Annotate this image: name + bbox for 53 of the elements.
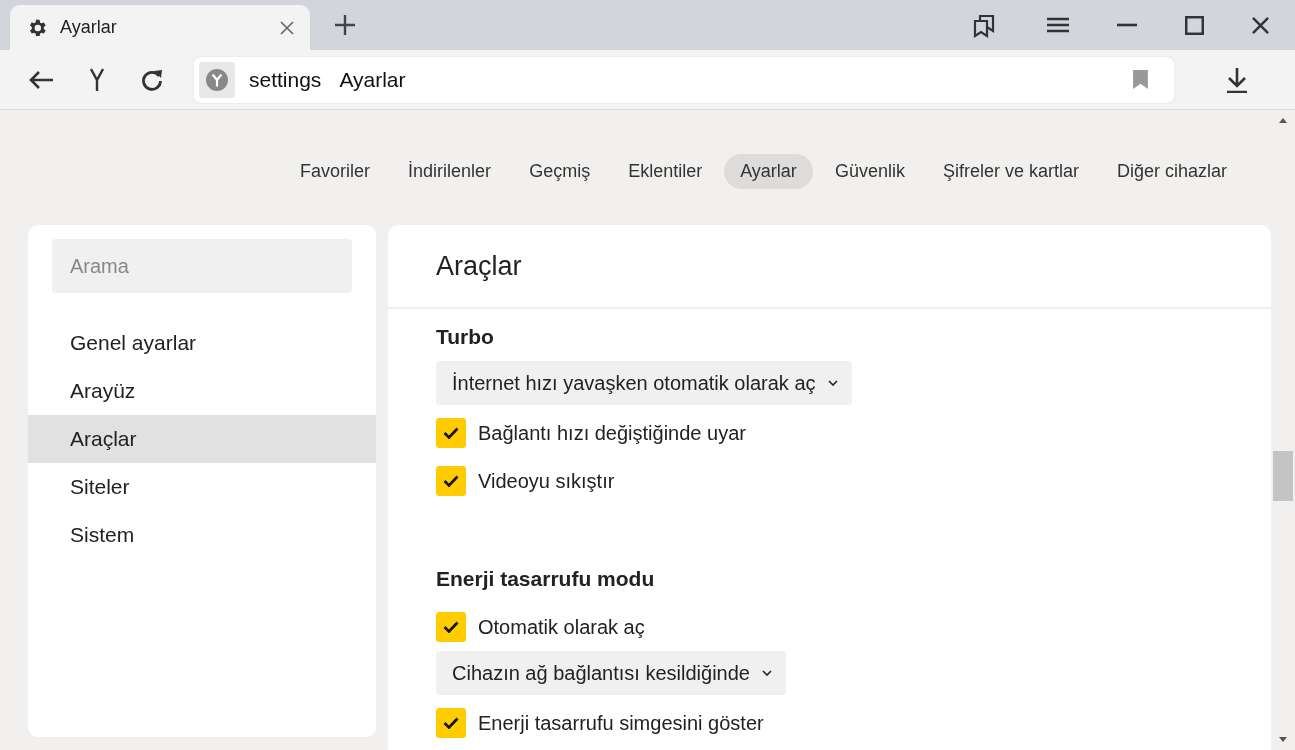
checkbox[interactable] bbox=[436, 466, 466, 496]
scrollbar-thumb[interactable] bbox=[1273, 451, 1293, 501]
caret-icon bbox=[761, 670, 772, 676]
sidebar-item[interactable]: Genel ayarlar bbox=[28, 319, 376, 367]
nav-tab[interactable]: Favoriler bbox=[284, 154, 387, 189]
scroll-down-arrow-icon[interactable] bbox=[1279, 737, 1287, 742]
checkmark-icon bbox=[443, 717, 459, 729]
tab-title: Ayarlar bbox=[60, 17, 118, 38]
scroll-up-arrow-icon[interactable] bbox=[1279, 118, 1287, 123]
group-title: Enerji tasarrufu modu bbox=[436, 567, 655, 591]
site-logo-icon bbox=[199, 61, 235, 98]
new-tab-icon[interactable] bbox=[334, 14, 356, 36]
nav-tab[interactable]: Geçmiş bbox=[513, 154, 607, 189]
nav-tab[interactable]: Ayarlar bbox=[724, 154, 813, 189]
nav-tab[interactable]: İndirilenler bbox=[392, 154, 508, 189]
menu-icon[interactable] bbox=[1047, 17, 1069, 33]
minimize-icon[interactable] bbox=[1117, 23, 1137, 27]
checkbox-label: Bağlantı hızı değiştiğinde uyar bbox=[478, 421, 746, 445]
bookmark-icon[interactable] bbox=[1133, 70, 1148, 89]
checkbox[interactable] bbox=[436, 612, 466, 642]
close-tab-icon[interactable] bbox=[280, 20, 294, 35]
sidebar-item[interactable]: Siteler bbox=[28, 463, 376, 511]
checkmark-icon bbox=[443, 475, 459, 487]
nav-tab[interactable]: Şifreler ve kartlar bbox=[926, 154, 1095, 189]
page-title: Ayarlar bbox=[339, 67, 406, 92]
checkbox-label: Enerji tasarrufu simgesini göster bbox=[478, 711, 764, 735]
dropdown[interactable]: Cihazın ağ bağlantısı kesildiğinde bbox=[436, 651, 786, 695]
checkbox[interactable] bbox=[436, 418, 466, 448]
caret-icon bbox=[827, 380, 838, 386]
y-logo-icon[interactable] bbox=[90, 67, 104, 92]
nav-tab[interactable]: Eklentiler bbox=[612, 154, 719, 189]
browser-tab[interactable]: Ayarlar bbox=[10, 5, 310, 50]
checkmark-icon bbox=[443, 621, 459, 633]
dropdown[interactable]: İnternet hızı yavaşken otomatik olarak aç bbox=[436, 361, 852, 405]
close-icon[interactable] bbox=[1252, 16, 1269, 34]
sidebar-item[interactable]: Arayüz bbox=[28, 367, 376, 415]
checkbox-label: Otomatik olarak aç bbox=[478, 615, 645, 639]
download-icon[interactable] bbox=[1226, 66, 1248, 93]
checkbox-label: Videoyu sıkıştır bbox=[478, 469, 615, 493]
maximize-icon[interactable] bbox=[1185, 15, 1204, 35]
url-text: settings bbox=[249, 67, 322, 92]
checkbox[interactable] bbox=[436, 708, 466, 738]
address-bar[interactable]: settings Ayarlar bbox=[194, 56, 1174, 103]
checkmark-icon bbox=[443, 427, 459, 439]
sidebar-item[interactable]: Araçlar bbox=[28, 415, 376, 463]
search-field[interactable]: Arama bbox=[52, 239, 352, 293]
section-heading: Araçlar bbox=[436, 250, 522, 282]
reload-icon[interactable] bbox=[140, 67, 164, 92]
nav-tab[interactable]: Güvenlik bbox=[818, 154, 921, 189]
nav-tab[interactable]: Diğer cihazlar bbox=[1100, 154, 1243, 189]
sidebar-item[interactable]: Sistem bbox=[28, 511, 376, 559]
group-title: Turbo bbox=[436, 325, 494, 349]
back-arrow-icon[interactable] bbox=[28, 69, 54, 90]
